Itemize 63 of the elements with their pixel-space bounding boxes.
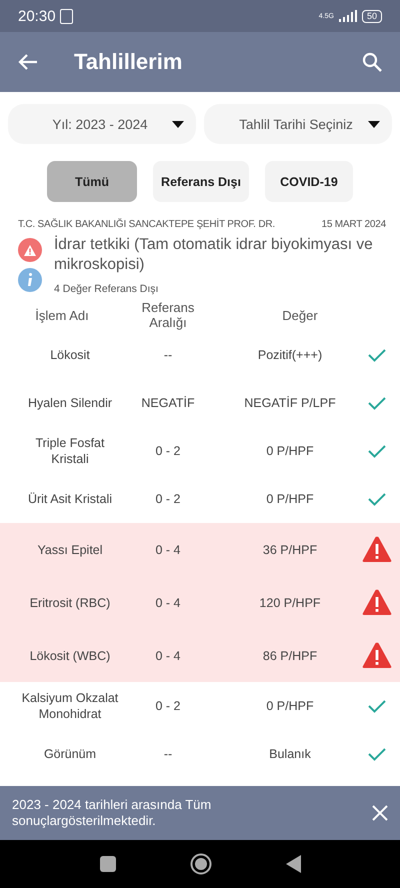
column-header: Referans Aralığı (140, 300, 196, 330)
report-date: 15 MART 2024 (322, 219, 386, 230)
check-icon (367, 491, 387, 507)
result-value: Pozitif(+++) (256, 347, 324, 363)
reference-range: 0 - 2 (154, 491, 182, 507)
reference-range: 0 - 4 (154, 648, 182, 664)
result-value: 0 P/HPF (265, 443, 315, 459)
back-icon[interactable] (286, 855, 300, 873)
close-icon[interactable] (372, 805, 388, 821)
test-name: Lökosit (WBC) (28, 648, 112, 664)
result-value: 0 P/HPF (265, 698, 315, 714)
test-title: İdrar tetkiki (Tam otomatik idrar biyokimyası ve mikroskopisi) (54, 235, 374, 275)
filter-dropdown[interactable]: Tahlil Tarihi Seçiniz (204, 104, 392, 144)
screen-title: Tahlillerim (74, 49, 184, 75)
warning-icon (362, 536, 392, 563)
search-icon[interactable] (362, 52, 382, 72)
snackbar-message: 2023 - 2024 tarihleri arasında Tüm sonuçlargösterilmektedir. (12, 797, 212, 829)
filter-tab[interactable]: Referans Dışı (153, 161, 249, 202)
result-value: Bulanık (268, 746, 312, 762)
reference-range: 0 - 2 (154, 443, 182, 459)
result-value: 120 P/HPF (258, 594, 322, 610)
warning-icon (362, 589, 392, 616)
column-header: Değer (281, 308, 319, 322)
reference-range: 0 - 4 (154, 594, 182, 610)
check-icon (367, 443, 387, 459)
filter-tab[interactable]: COVID-19 (264, 161, 353, 202)
check-icon (367, 746, 387, 762)
out-of-range-count: 4 Değer Referans Dışı (54, 283, 160, 295)
test-name: Hyalen Silendir (26, 395, 114, 411)
filter-tab[interactable]: Tümü (47, 161, 138, 202)
test-name: Lökosit (49, 347, 91, 363)
status-time: 20:30 (18, 8, 56, 24)
hospital-name: T.C. SAĞLIK BAKANLIĞI SANCAKTEPE ŞEHİT PROF. DR. (18, 219, 275, 230)
test-name: Eritrosit (RBC) (28, 594, 112, 610)
result-value: 86 P/HPF (262, 648, 318, 664)
dropdown-caret-icon (368, 120, 380, 128)
check-icon (367, 698, 387, 714)
alert-icon (18, 238, 42, 262)
reference-range: NEGATİF (140, 395, 196, 411)
info-icon[interactable] (18, 268, 42, 292)
check-icon (367, 347, 387, 363)
reference-range: 0 - 2 (154, 698, 182, 714)
battery-icon: 50 (362, 10, 382, 22)
result-value: 36 P/HPF (262, 542, 318, 558)
warning-icon (362, 642, 392, 669)
result-value: 0 P/HPF (265, 491, 315, 507)
signal-icon (338, 10, 358, 22)
home-icon[interactable] (190, 853, 212, 875)
recents-icon[interactable] (100, 856, 116, 872)
reference-range: -- (162, 347, 174, 363)
reference-range: -- (162, 746, 174, 762)
filter-dropdown[interactable]: Yıl: 2023 - 2024 (8, 104, 196, 144)
test-name: Yassı Epitel (36, 542, 104, 558)
test-name: Görünüm (42, 746, 98, 762)
test-name: Kalsiyum Okzalat Monohidrat (20, 690, 120, 722)
check-icon (367, 395, 387, 411)
column-header: İşlem Adı (34, 308, 90, 322)
test-name: Ürit Asit Kristali (26, 491, 114, 507)
back-arrow-icon[interactable] (18, 53, 38, 71)
dropdown-caret-icon (172, 120, 184, 128)
reference-range: 0 - 4 (154, 542, 182, 558)
test-name: Triple Fosfat Kristali (34, 435, 106, 467)
result-value: NEGATİF P/LPF (243, 395, 337, 411)
